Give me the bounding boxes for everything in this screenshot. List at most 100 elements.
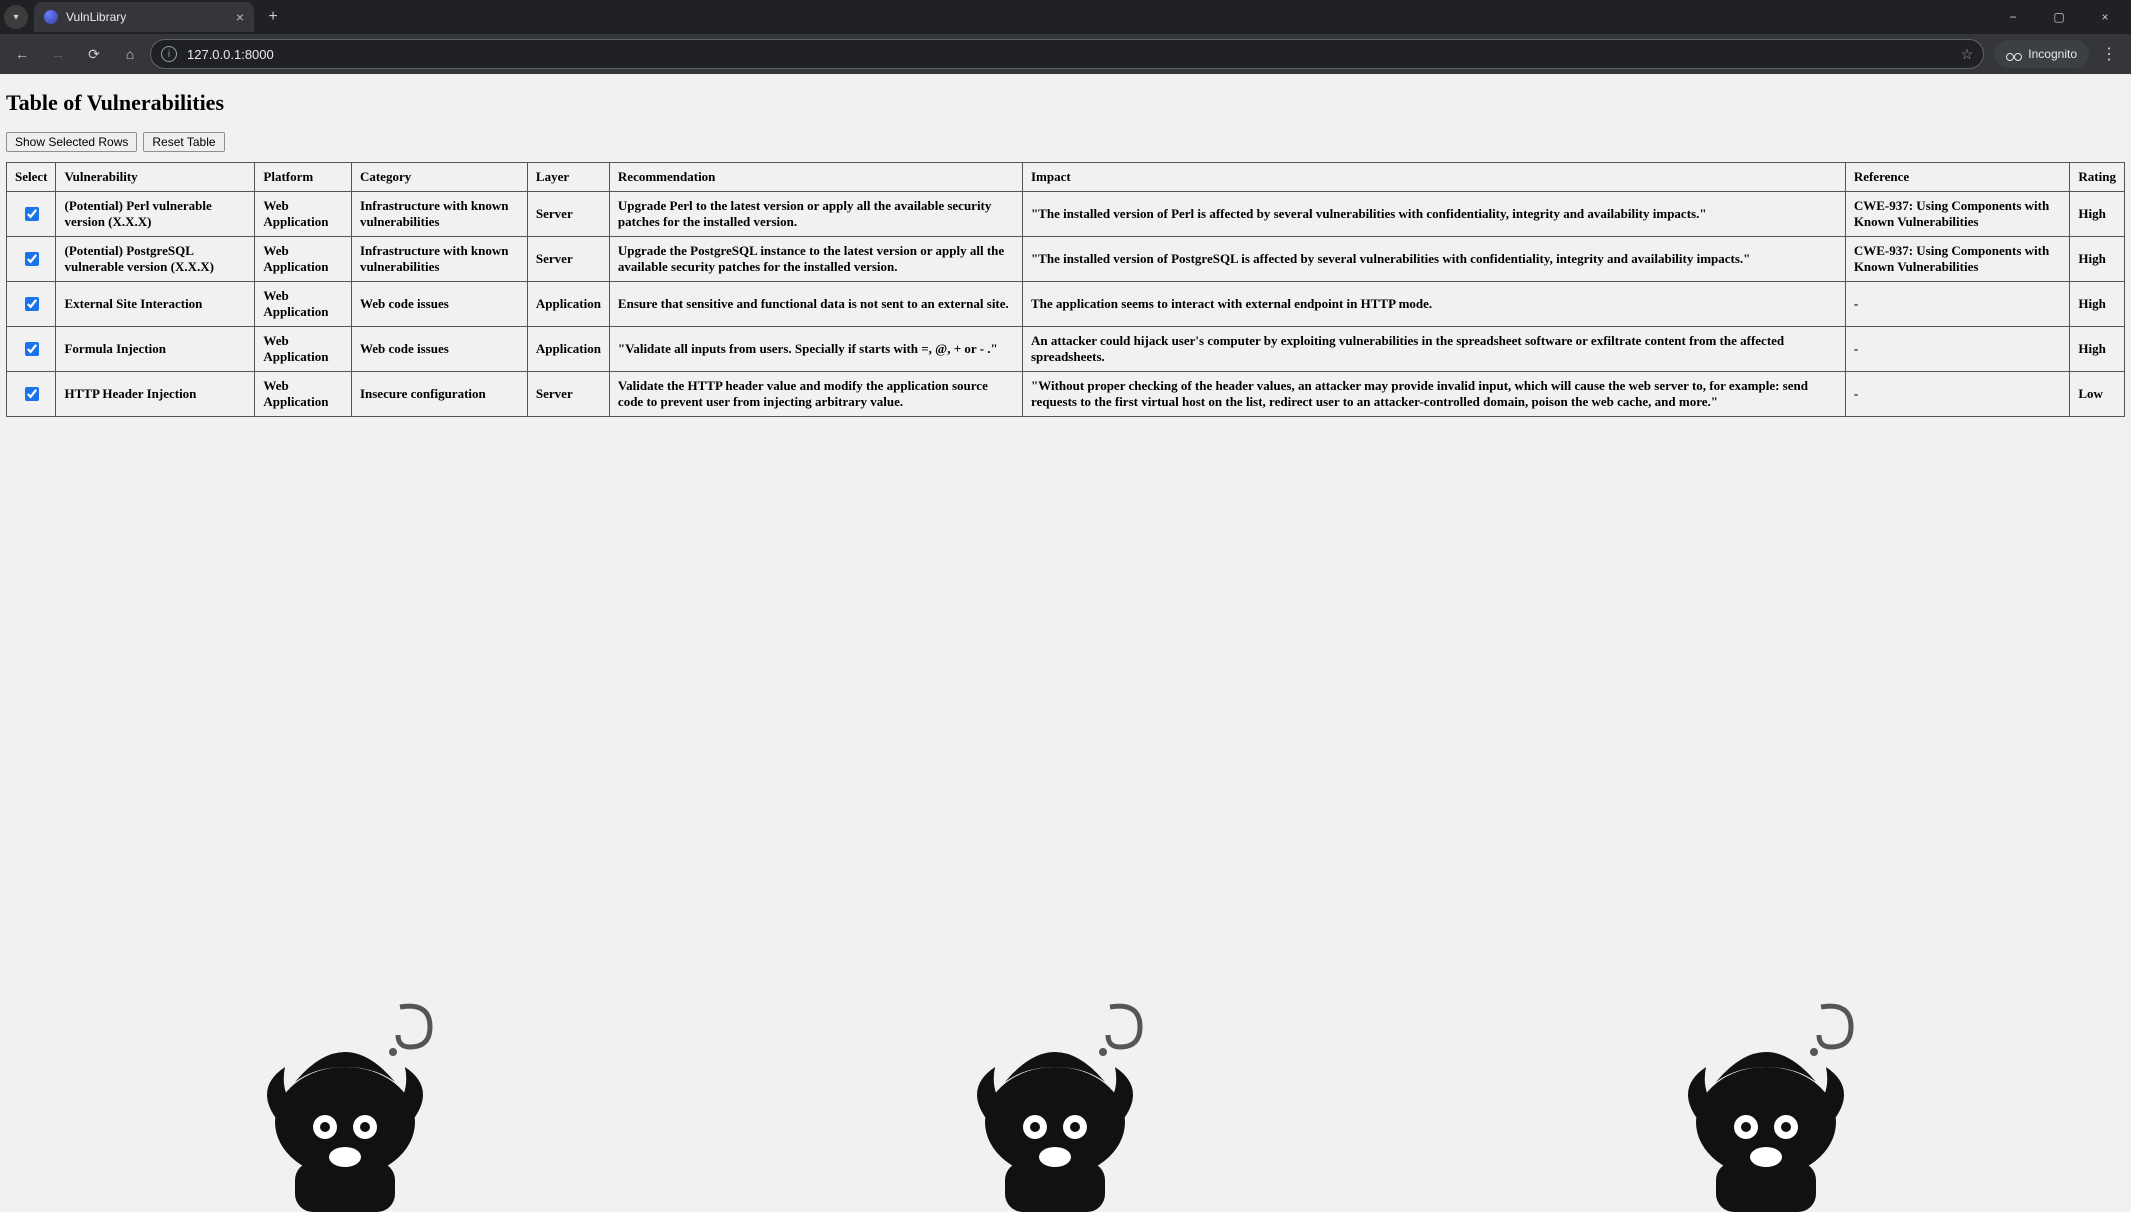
table-row: (Potential) PostgreSQL vulnerable versio… — [7, 237, 2125, 282]
cell-platform: Web Application — [255, 237, 352, 282]
table-row: HTTP Header InjectionWeb ApplicationInse… — [7, 372, 2125, 417]
cell-reference: CWE-937: Using Components with Known Vul… — [1845, 192, 2070, 237]
favicon-icon — [44, 10, 58, 24]
cell-platform: Web Application — [255, 327, 352, 372]
illustration-row — [0, 952, 2131, 1212]
browser-tab[interactable]: VulnLibrary × — [34, 2, 254, 32]
cell-rating: High — [2070, 327, 2125, 372]
table-row: (Potential) Perl vulnerable version (X.X… — [7, 192, 2125, 237]
cell-category: Infrastructure with known vulnerabilitie… — [351, 237, 527, 282]
bookmark-icon[interactable]: ☆ — [1961, 46, 1974, 63]
col-impact: Impact — [1022, 163, 1845, 192]
row-select-checkbox[interactable] — [25, 342, 39, 356]
cell-recommendation: "Validate all inputs from users. Special… — [609, 327, 1022, 372]
row-select-checkbox[interactable] — [25, 207, 39, 221]
reset-table-button[interactable]: Reset Table — [143, 132, 224, 152]
col-layer: Layer — [527, 163, 609, 192]
row-select-checkbox[interactable] — [25, 387, 39, 401]
browser-menu-button[interactable]: ⋮ — [2093, 38, 2125, 70]
incognito-icon — [2006, 49, 2022, 59]
col-reference: Reference — [1845, 163, 2070, 192]
illustration-icon — [1646, 952, 1906, 1212]
cell-layer: Server — [527, 237, 609, 282]
cell-category: Insecure configuration — [351, 372, 527, 417]
cell-impact: "Without proper checking of the header v… — [1022, 372, 1845, 417]
address-bar[interactable]: i ☆ — [150, 39, 1984, 69]
cell-layer: Application — [527, 282, 609, 327]
table-header-row: Select Vulnerability Platform Category L… — [7, 163, 2125, 192]
select-cell — [7, 327, 56, 372]
vulnerabilities-table: Select Vulnerability Platform Category L… — [6, 162, 2125, 417]
cell-recommendation: Ensure that sensitive and functional dat… — [609, 282, 1022, 327]
cell-layer: Application — [527, 327, 609, 372]
illustration-icon — [935, 952, 1195, 1212]
cell-recommendation: Upgrade Perl to the latest version or ap… — [609, 192, 1022, 237]
cell-vulnerability: Formula Injection — [56, 327, 255, 372]
cell-platform: Web Application — [255, 192, 352, 237]
cell-impact: "The installed version of PostgreSQL is … — [1022, 237, 1845, 282]
select-cell — [7, 237, 56, 282]
row-select-checkbox[interactable] — [25, 252, 39, 266]
incognito-chip[interactable]: Incognito — [1994, 40, 2089, 68]
cell-impact: The application seems to interact with e… — [1022, 282, 1845, 327]
cell-rating: High — [2070, 237, 2125, 282]
url-input[interactable] — [185, 46, 1953, 63]
cell-category: Web code issues — [351, 282, 527, 327]
browser-chrome: ▾ VulnLibrary × + − ▢ × ← → ⟳ ⌂ i ☆ Inco… — [0, 0, 2131, 74]
cell-recommendation: Upgrade the PostgreSQL instance to the l… — [609, 237, 1022, 282]
cell-vulnerability: (Potential) PostgreSQL vulnerable versio… — [56, 237, 255, 282]
cell-impact: An attacker could hijack user's computer… — [1022, 327, 1845, 372]
tab-title: VulnLibrary — [66, 10, 228, 24]
col-select: Select — [7, 163, 56, 192]
select-cell — [7, 282, 56, 327]
cell-rating: High — [2070, 282, 2125, 327]
col-category: Category — [351, 163, 527, 192]
home-button[interactable]: ⌂ — [114, 38, 146, 70]
cell-platform: Web Application — [255, 372, 352, 417]
incognito-label: Incognito — [2028, 47, 2077, 61]
cell-vulnerability: HTTP Header Injection — [56, 372, 255, 417]
cell-rating: High — [2070, 192, 2125, 237]
col-rating: Rating — [2070, 163, 2125, 192]
action-buttons: Show Selected Rows Reset Table — [6, 132, 2125, 152]
cell-reference: - — [1845, 282, 2070, 327]
cell-layer: Server — [527, 192, 609, 237]
site-info-icon[interactable]: i — [161, 46, 177, 62]
cell-rating: Low — [2070, 372, 2125, 417]
table-row: External Site InteractionWeb Application… — [7, 282, 2125, 327]
titlebar: ▾ VulnLibrary × + − ▢ × — [0, 0, 2131, 34]
select-cell — [7, 192, 56, 237]
reload-button[interactable]: ⟳ — [78, 38, 110, 70]
maximize-button[interactable]: ▢ — [2037, 2, 2081, 32]
toolbar: ← → ⟳ ⌂ i ☆ Incognito ⋮ — [0, 34, 2131, 74]
cell-platform: Web Application — [255, 282, 352, 327]
new-tab-button[interactable]: + — [260, 4, 286, 30]
cell-category: Infrastructure with known vulnerabilitie… — [351, 192, 527, 237]
page-title: Table of Vulnerabilities — [6, 90, 2125, 116]
col-platform: Platform — [255, 163, 352, 192]
table-row: Formula InjectionWeb ApplicationWeb code… — [7, 327, 2125, 372]
cell-impact: "The installed version of Perl is affect… — [1022, 192, 1845, 237]
minimize-button[interactable]: − — [1991, 2, 2035, 32]
cell-reference: - — [1845, 372, 2070, 417]
forward-button[interactable]: → — [42, 38, 74, 70]
cell-layer: Server — [527, 372, 609, 417]
close-window-button[interactable]: × — [2083, 2, 2127, 32]
cell-reference: - — [1845, 327, 2070, 372]
cell-vulnerability: (Potential) Perl vulnerable version (X.X… — [56, 192, 255, 237]
show-selected-button[interactable]: Show Selected Rows — [6, 132, 137, 152]
illustration-icon — [225, 952, 485, 1212]
close-tab-icon[interactable]: × — [236, 9, 244, 25]
page-content: Table of Vulnerabilities Show Selected R… — [0, 74, 2131, 427]
col-recommendation: Recommendation — [609, 163, 1022, 192]
cell-category: Web code issues — [351, 327, 527, 372]
row-select-checkbox[interactable] — [25, 297, 39, 311]
col-vulnerability: Vulnerability — [56, 163, 255, 192]
back-button[interactable]: ← — [6, 38, 38, 70]
select-cell — [7, 372, 56, 417]
cell-vulnerability: External Site Interaction — [56, 282, 255, 327]
tab-search-button[interactable]: ▾ — [4, 5, 28, 29]
cell-reference: CWE-937: Using Components with Known Vul… — [1845, 237, 2070, 282]
cell-recommendation: Validate the HTTP header value and modif… — [609, 372, 1022, 417]
window-controls: − ▢ × — [1991, 2, 2127, 32]
